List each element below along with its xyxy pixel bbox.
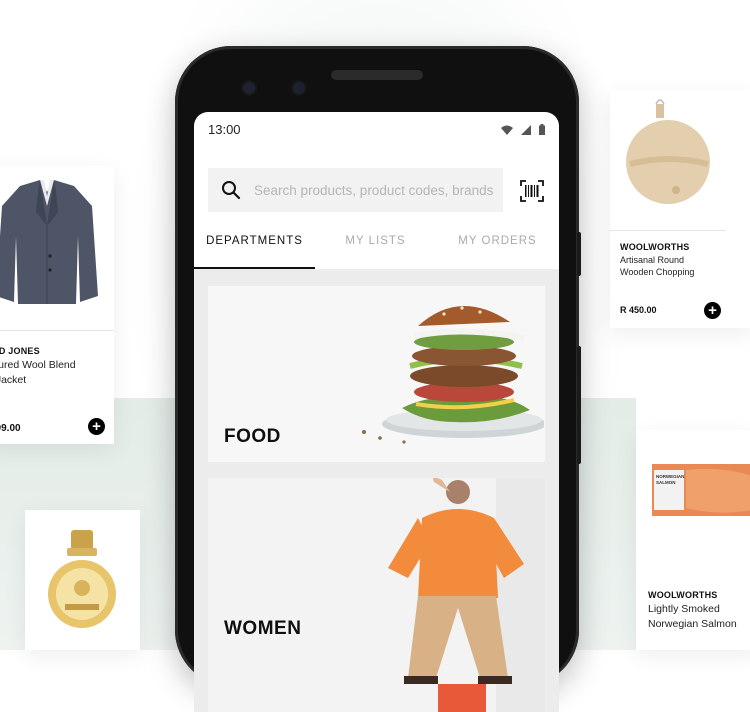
wifi-icon: [501, 125, 513, 135]
department-label: FOOD: [224, 426, 281, 447]
plus-icon[interactable]: +: [88, 418, 105, 435]
card-divider: [610, 230, 726, 231]
product-card-board[interactable]: WOOLWORTHS Artisanal Round Wooden Choppi…: [610, 90, 750, 328]
card-desc-line: Norwegian Salmon: [648, 618, 737, 630]
jacket-image: [0, 166, 114, 330]
tab-my-lists[interactable]: MY LISTS: [315, 224, 436, 270]
card-brand: VID JONES: [0, 346, 40, 356]
card-divider: [0, 330, 114, 331]
phone-volume-button: [577, 346, 581, 464]
card-desc-line: Artisanal Round: [620, 255, 685, 265]
card-description: Lightly Smoked Norwegian Salmon: [648, 602, 750, 632]
department-women[interactable]: WOMEN: [208, 478, 545, 712]
product-card-perfume[interactable]: [25, 510, 140, 650]
card-price: 999.00: [0, 423, 21, 434]
card-description: xtured Wool Blend t Jacket: [0, 358, 110, 388]
status-bar: 13:00: [194, 112, 559, 148]
phone-frame: 13:00 Search products, product codes, br…: [175, 46, 581, 712]
search-icon: [222, 181, 241, 200]
phone-screen: 13:00 Search products, product codes, br…: [194, 112, 559, 712]
tab-my-orders[interactable]: MY ORDERS: [437, 224, 558, 270]
plus-icon[interactable]: +: [704, 302, 721, 319]
departments-list: FOOD WOMEN: [194, 270, 559, 712]
card-desc-line: xtured Wool Blend: [0, 359, 76, 371]
card-brand: WOOLWORTHS: [648, 590, 718, 600]
status-time: 13:00: [208, 122, 241, 137]
card-price: R 450.00: [620, 305, 657, 315]
card-desc-line: Wooden Chopping: [620, 267, 695, 277]
card-description: Artisanal Round Wooden Chopping: [620, 254, 748, 278]
chopping-board-image: [626, 99, 710, 204]
salmon-pack-label: NORWEGIAN SALMON: [656, 474, 685, 485]
search-input[interactable]: [254, 168, 500, 212]
product-card-jacket[interactable]: VID JONES xtured Wool Blend t Jacket 999…: [0, 166, 114, 444]
burger-image: [362, 305, 544, 444]
card-brand: WOOLWORTHS: [620, 242, 690, 252]
product-card-salmon[interactable]: NORWEGIAN SALMON WOOLWORTHS Lightly Smok…: [636, 430, 750, 650]
tab-bar: DEPARTMENTS MY LISTS MY ORDERS: [194, 224, 559, 270]
tab-departments[interactable]: DEPARTMENTS: [194, 224, 315, 270]
barcode-icon[interactable]: [520, 180, 544, 202]
card-desc-line: t Jacket: [0, 374, 27, 386]
phone-camera: [243, 82, 255, 94]
status-icons: [501, 124, 545, 135]
phone-speaker: [331, 70, 423, 80]
model-image: [388, 478, 545, 712]
search-bar[interactable]: [208, 168, 503, 212]
phone-camera: [293, 82, 305, 94]
battery-icon: [539, 124, 545, 135]
phone-side-button: [577, 232, 581, 276]
department-label: WOMEN: [224, 618, 302, 639]
card-desc-line: Lightly Smoked: [648, 603, 720, 615]
signal-icon: [521, 124, 531, 135]
salmon-image: [652, 464, 750, 516]
perfume-image: [48, 530, 116, 628]
department-food[interactable]: FOOD: [208, 286, 545, 462]
